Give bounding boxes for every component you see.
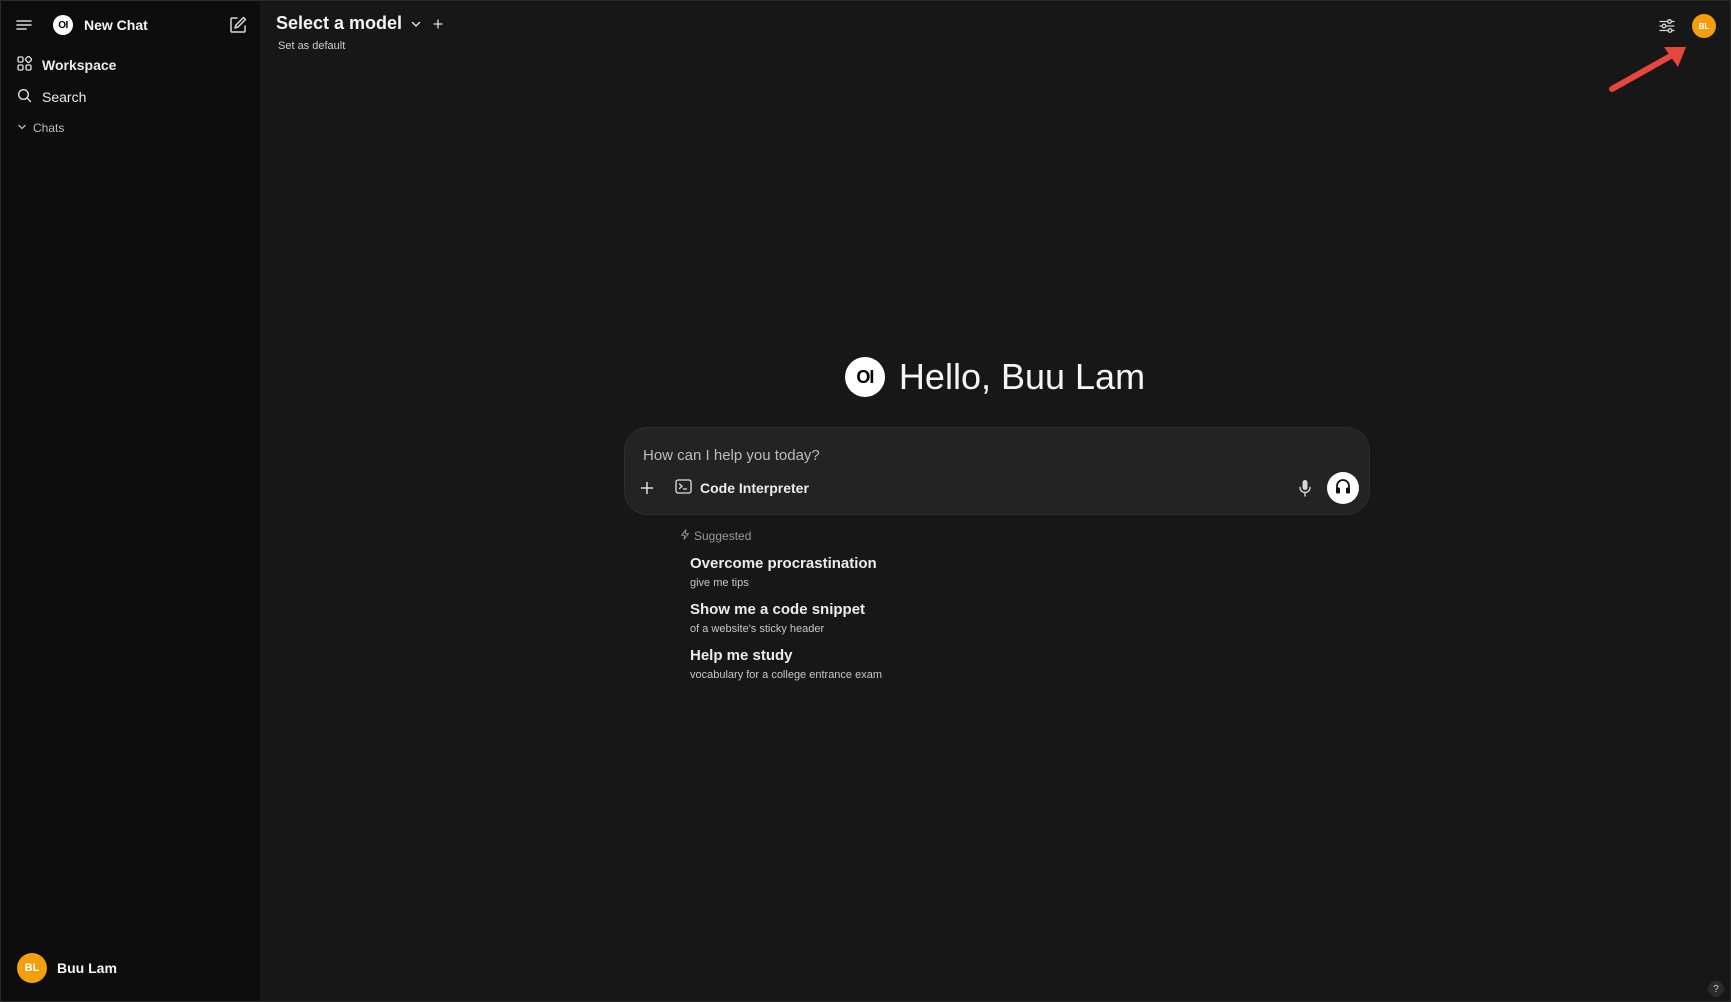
- open-webui-logo: OI: [53, 15, 73, 35]
- suggestion-subtitle: give me tips: [690, 577, 749, 589]
- suggestion-title: Show me a code snippet: [690, 601, 866, 618]
- suggestion-item[interactable]: Show me a code snippet of a website's st…: [690, 601, 882, 635]
- suggestion-item[interactable]: Overcome procrastination give me tips: [690, 555, 882, 589]
- add-model-icon[interactable]: [432, 18, 444, 30]
- code-interpreter-label: Code Interpreter: [700, 480, 809, 496]
- chevron-down-icon[interactable]: [410, 18, 422, 30]
- header-actions: BL: [1658, 14, 1716, 38]
- suggestion-subtitle: of a website's sticky header: [690, 623, 825, 635]
- search-icon: [17, 88, 32, 106]
- controls-sliders-icon[interactable]: [1658, 17, 1676, 35]
- main-panel: Select a model Set as default BL OI Hell…: [260, 1, 1730, 1001]
- plus-icon[interactable]: [639, 480, 655, 496]
- sidebar-item-search[interactable]: Search: [1, 81, 260, 113]
- code-interpreter-toggle[interactable]: Code Interpreter: [675, 479, 809, 497]
- annotation-arrow-icon: [1606, 43, 1692, 100]
- message-input[interactable]: [641, 442, 1245, 468]
- terminal-icon: [675, 479, 692, 497]
- chevron-down-icon: [17, 121, 27, 135]
- message-composer: Code Interpreter: [624, 427, 1370, 515]
- suggestion-title: Overcome procrastination: [690, 555, 877, 572]
- avatar: BL: [17, 953, 47, 983]
- sidebar-item-label: Workspace: [42, 57, 117, 73]
- headphones-icon: [1334, 477, 1352, 500]
- user-name: Buu Lam: [57, 960, 117, 976]
- sidebar: OI New Chat Workspace Search Chats BL Bu…: [1, 1, 260, 1001]
- greeting: OI Hello, Buu Lam: [260, 356, 1730, 398]
- new-chat-button[interactable]: OI New Chat: [53, 15, 228, 35]
- workspace-icon: [17, 55, 33, 74]
- set-as-default-link[interactable]: Set as default: [278, 40, 444, 52]
- suggestion-subtitle: vocabulary for a college entrance exam: [690, 669, 882, 681]
- open-webui-logo: OI: [844, 357, 885, 397]
- new-chat-label: New Chat: [84, 17, 148, 33]
- sidebar-item-workspace[interactable]: Workspace: [1, 49, 260, 81]
- bolt-icon: [680, 529, 690, 543]
- suggested-heading-label: Suggested: [694, 529, 752, 543]
- user-avatar-button[interactable]: BL: [1692, 14, 1716, 38]
- suggestion-title: Help me study: [690, 647, 793, 664]
- suggestion-item[interactable]: Help me study vocabulary for a college e…: [690, 647, 882, 681]
- suggested-prompts: Suggested Overcome procrastination give …: [680, 529, 882, 681]
- model-selector-area: Select a model Set as default: [276, 13, 444, 52]
- menu-icon[interactable]: [15, 16, 33, 34]
- chats-section-toggle[interactable]: Chats: [1, 117, 260, 139]
- model-selector[interactable]: Select a model: [276, 13, 402, 34]
- voice-mode-button[interactable]: [1327, 472, 1359, 504]
- sidebar-header: OI New Chat: [1, 1, 260, 49]
- sidebar-item-label: Search: [42, 89, 87, 105]
- compose-icon[interactable]: [228, 15, 248, 35]
- composer-toolbar: Code Interpreter: [639, 472, 1359, 504]
- user-menu[interactable]: BL Buu Lam: [17, 953, 117, 983]
- suggested-heading: Suggested: [680, 529, 882, 543]
- help-button[interactable]: ?: [1708, 981, 1724, 997]
- microphone-icon[interactable]: [1297, 479, 1313, 497]
- greeting-text: Hello, Buu Lam: [898, 356, 1146, 397]
- app-window: OI New Chat Workspace Search Chats BL Bu…: [0, 0, 1731, 1002]
- chats-section-label: Chats: [33, 121, 65, 135]
